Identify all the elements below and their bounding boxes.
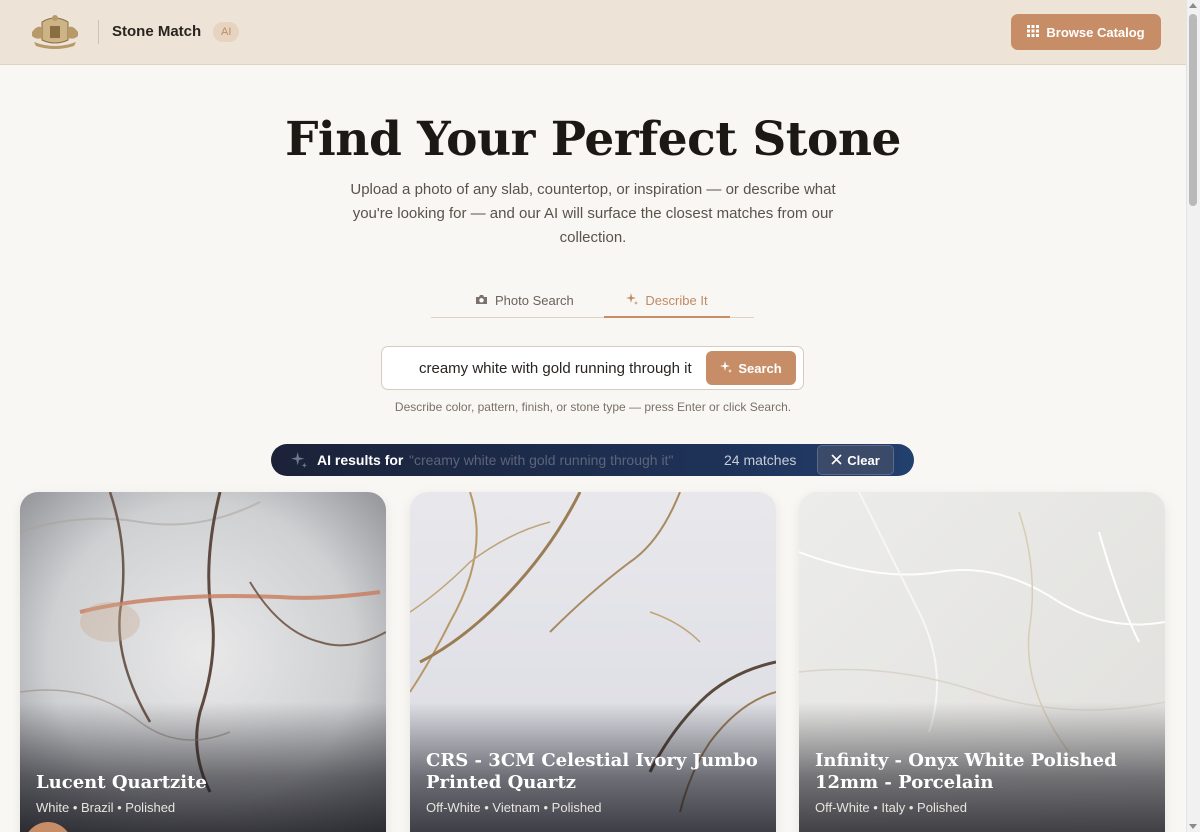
tab-describe-it[interactable]: Describe It	[604, 284, 730, 318]
top-header: Stone Match AI Browse Catalog	[0, 0, 1186, 65]
close-icon	[831, 453, 842, 468]
tab-photo-search[interactable]: Photo Search	[475, 284, 574, 317]
browse-catalog-button[interactable]: Browse Catalog	[1011, 14, 1161, 50]
header-divider	[98, 20, 99, 44]
search-button-label: Search	[738, 360, 782, 376]
sparkle-icon	[720, 360, 733, 376]
brand-name[interactable]: Stone Match	[112, 23, 201, 40]
card-meta: Off-White • Vietnam • Polished	[426, 800, 602, 815]
search-input[interactable]	[419, 347, 709, 389]
results-label: AI results for	[317, 452, 404, 468]
tab-describe-label: Describe It	[645, 292, 708, 308]
hero-subtitle: Upload a photo of any slab, countertop, …	[350, 181, 836, 246]
page-scrollbar[interactable]	[1186, 0, 1200, 832]
ai-badge: AI	[213, 22, 240, 42]
search-button[interactable]: Search	[706, 351, 796, 385]
card-title: Infinity - Onyx White Polished 12mm - Po…	[815, 750, 1117, 793]
sparkle-icon	[291, 452, 307, 471]
scrollbar-thumb[interactable]	[1189, 14, 1197, 206]
card-title: CRS - 3CM Celestial Ivory Jumbo Printed …	[426, 750, 758, 793]
stone-card[interactable]: Infinity - Onyx White Polished 12mm - Po…	[799, 492, 1165, 832]
page-title: Find Your Perfect Stone	[285, 112, 901, 167]
card-meta: Off-White • Italy • Polished	[815, 800, 967, 815]
browse-catalog-label: Browse Catalog	[1046, 24, 1145, 40]
stone-card[interactable]: CRS - 3CM Celestial Ivory Jumbo Printed …	[410, 492, 776, 832]
search-hint: Describe color, pattern, finish, or ston…	[394, 400, 792, 414]
stone-card[interactable]: Lucent Quartzite White • Brazil • Polish…	[20, 492, 386, 832]
clear-label: Clear	[847, 452, 880, 468]
clear-button[interactable]: Clear	[817, 445, 894, 475]
crest-logo-icon[interactable]	[28, 12, 82, 52]
card-title: Lucent Quartzite	[36, 772, 207, 793]
card-meta: White • Brazil • Polished	[36, 800, 176, 815]
results-query: "creamy white with gold running through …	[409, 452, 674, 468]
scroll-up-icon[interactable]	[1189, 3, 1197, 8]
grid-icon	[1027, 24, 1040, 40]
tab-photo-label: Photo Search	[495, 293, 574, 308]
sparkle-icon	[626, 292, 639, 308]
ai-results-bar: AI results for "creamy white with gold r…	[271, 444, 914, 476]
camera-icon	[475, 293, 488, 308]
scroll-down-icon[interactable]	[1189, 824, 1197, 829]
results-count: 24 matches	[724, 452, 797, 468]
search-mode-tabs: Photo Search Describe It	[431, 284, 754, 318]
